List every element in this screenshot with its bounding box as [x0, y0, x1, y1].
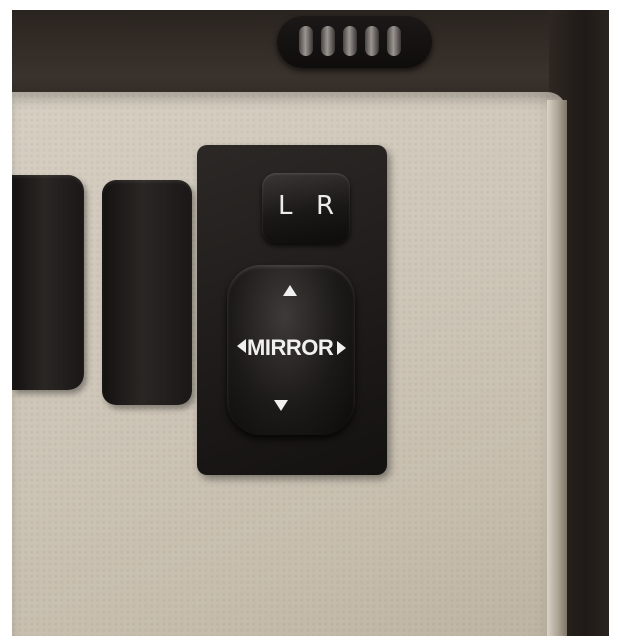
mirror-label: MIRROR [247, 335, 334, 360]
blank-switch-slot [102, 180, 192, 405]
thumbwheel-dial[interactable] [277, 16, 432, 68]
dial-ridge [387, 26, 401, 56]
dial-ridge [321, 26, 335, 56]
dial-ridge [299, 26, 313, 56]
left-arrow-icon[interactable] [237, 339, 246, 353]
right-label: R [316, 191, 335, 221]
left-label: L [278, 191, 293, 221]
dashboard-photo: L R MIRROR [12, 10, 609, 636]
blank-switch-slot [12, 175, 84, 390]
lr-selector-button[interactable]: L R [262, 173, 350, 243]
mirror-adjust-pad[interactable]: MIRROR [227, 265, 355, 435]
panel-edge [547, 100, 567, 636]
right-arrow-icon[interactable] [337, 341, 346, 355]
dial-ridge [343, 26, 357, 56]
down-arrow-icon[interactable] [274, 400, 288, 411]
up-arrow-icon[interactable] [283, 285, 297, 296]
dial-ridge [365, 26, 379, 56]
